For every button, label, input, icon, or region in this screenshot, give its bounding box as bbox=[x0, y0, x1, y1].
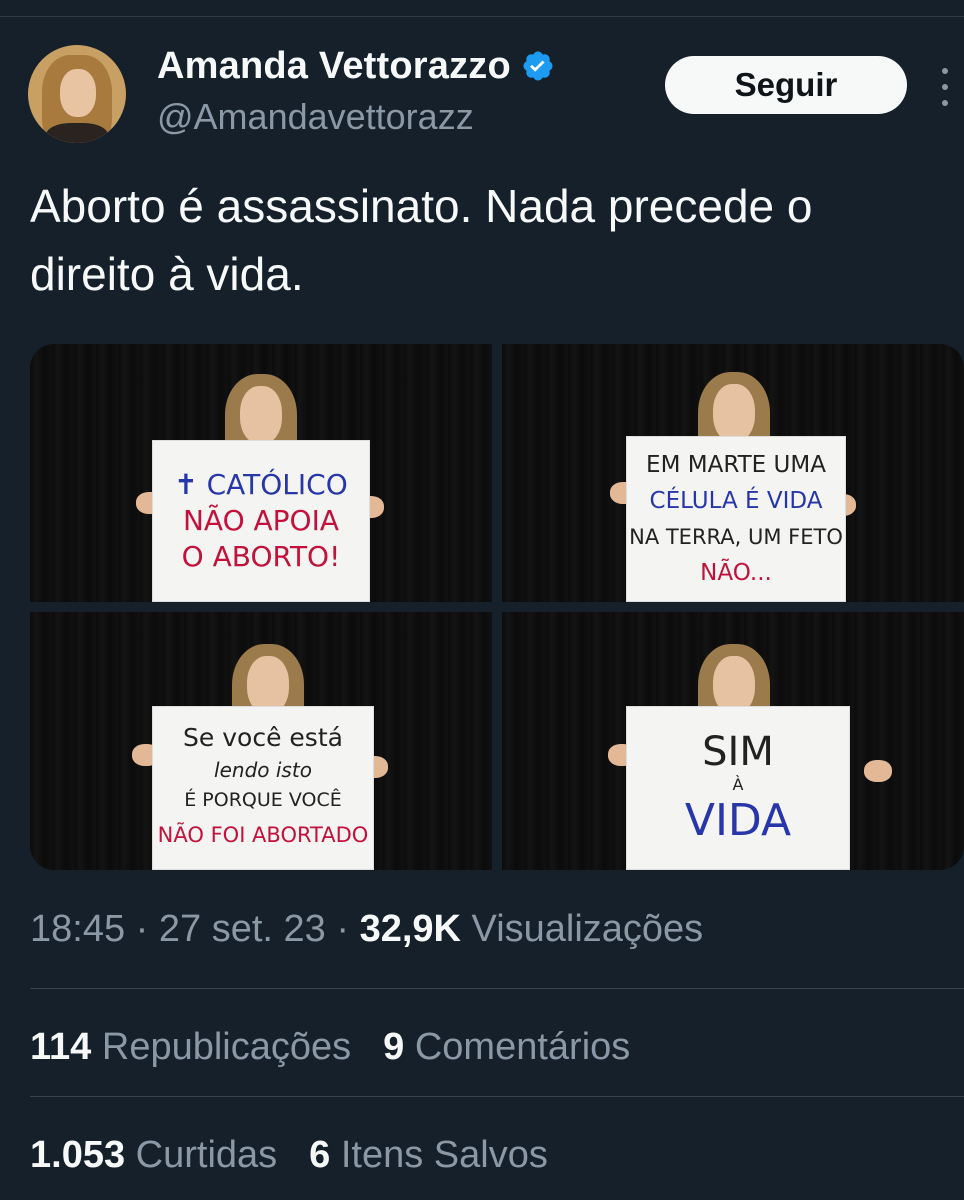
reposts-stat[interactable]: 114 Republicações bbox=[30, 1026, 351, 1069]
protest-sign: ✝ CATÓLICO NÃO APOIA O ABORTO! bbox=[152, 440, 370, 602]
reposts-label: Republicações bbox=[101, 1026, 352, 1068]
tweet-photo-4[interactable]: SIM À VIDA bbox=[502, 612, 964, 870]
tweet-date[interactable]: 27 set. 23 bbox=[159, 908, 326, 950]
top-divider bbox=[0, 16, 964, 17]
likes-stat[interactable]: 1.053 Curtidas bbox=[30, 1134, 277, 1177]
sign-line: NÃO APOIA bbox=[182, 504, 340, 537]
reposts-count: 114 bbox=[30, 1026, 92, 1068]
saves-label: Itens Salvos bbox=[340, 1134, 548, 1176]
sign-line: À bbox=[732, 775, 744, 794]
views-label: Visualizações bbox=[471, 908, 704, 950]
saves-stat[interactable]: 6 Itens Salvos bbox=[309, 1134, 548, 1177]
sign-line: É PORQUE VOCÊ bbox=[184, 789, 342, 811]
likes-label: Curtidas bbox=[135, 1134, 278, 1176]
avatar[interactable] bbox=[28, 45, 126, 143]
person-face bbox=[713, 384, 755, 442]
sign-line: NÃO... bbox=[700, 560, 772, 586]
tweet-meta: 18:45 · 27 set. 23 · 32,9K Visualizações bbox=[30, 908, 703, 951]
likes-count: 1.053 bbox=[30, 1134, 126, 1176]
protest-sign: SIM À VIDA bbox=[626, 706, 850, 870]
hand bbox=[864, 760, 892, 782]
saves-count: 6 bbox=[309, 1134, 331, 1176]
author-handle[interactable]: @Amandavettorazz bbox=[157, 96, 474, 138]
views-count: 32,9K bbox=[359, 908, 461, 950]
sign-line: EM MARTE UMA bbox=[646, 452, 826, 478]
comments-count: 9 bbox=[383, 1026, 405, 1068]
author-name-row: Amanda Vettorazzo bbox=[157, 44, 555, 88]
meta-separator: · bbox=[336, 908, 349, 950]
tweet-photo-1[interactable]: ✝ CATÓLICO NÃO APOIA O ABORTO! bbox=[30, 344, 492, 602]
sign-line: SIM bbox=[702, 729, 774, 775]
sign-line: ✝ CATÓLICO bbox=[174, 468, 348, 501]
verified-badge-icon[interactable] bbox=[521, 49, 555, 83]
tweet-photo-2[interactable]: EM MARTE UMA CÉLULA É VIDA NA TERRA, UM … bbox=[502, 344, 964, 602]
tweet-photo-3[interactable]: Se você está lendo isto É PORQUE VOCÊ NÃ… bbox=[30, 612, 492, 870]
sign-line: O ABORTO! bbox=[181, 540, 341, 573]
protest-sign: Se você está lendo isto É PORQUE VOCÊ NÃ… bbox=[152, 706, 374, 870]
protest-sign: EM MARTE UMA CÉLULA É VIDA NA TERRA, UM … bbox=[626, 436, 846, 602]
comments-label: Comentários bbox=[414, 1026, 631, 1068]
author-display-name[interactable]: Amanda Vettorazzo bbox=[157, 45, 511, 88]
person-face bbox=[240, 386, 282, 444]
engagement-row-1: 114 Republicações 9 Comentários bbox=[30, 1026, 630, 1069]
sign-line: Se você está bbox=[183, 723, 343, 752]
divider bbox=[30, 1096, 964, 1097]
sign-line: NÃO FOI ABORTADO bbox=[157, 823, 369, 847]
sign-line: lendo isto bbox=[214, 758, 312, 782]
avatar-face bbox=[60, 69, 96, 117]
sign-line: VIDA bbox=[684, 795, 792, 846]
divider bbox=[30, 988, 964, 989]
sign-line: NA TERRA, UM FETO bbox=[629, 525, 843, 549]
tweet-text: Aborto é assassinato. Nada precede o dir… bbox=[30, 180, 813, 300]
tweet-time[interactable]: 18:45 bbox=[30, 908, 125, 950]
more-options-icon[interactable] bbox=[934, 68, 956, 106]
engagement-row-2: 1.053 Curtidas 6 Itens Salvos bbox=[30, 1134, 548, 1177]
media-grid: ✝ CATÓLICO NÃO APOIA O ABORTO! EM MARTE … bbox=[30, 344, 964, 870]
follow-button[interactable]: Seguir bbox=[665, 56, 907, 114]
avatar-shoulders bbox=[46, 123, 108, 143]
comments-stat[interactable]: 9 Comentários bbox=[383, 1026, 630, 1069]
meta-separator: · bbox=[135, 908, 149, 950]
sign-line: CÉLULA É VIDA bbox=[649, 488, 823, 514]
